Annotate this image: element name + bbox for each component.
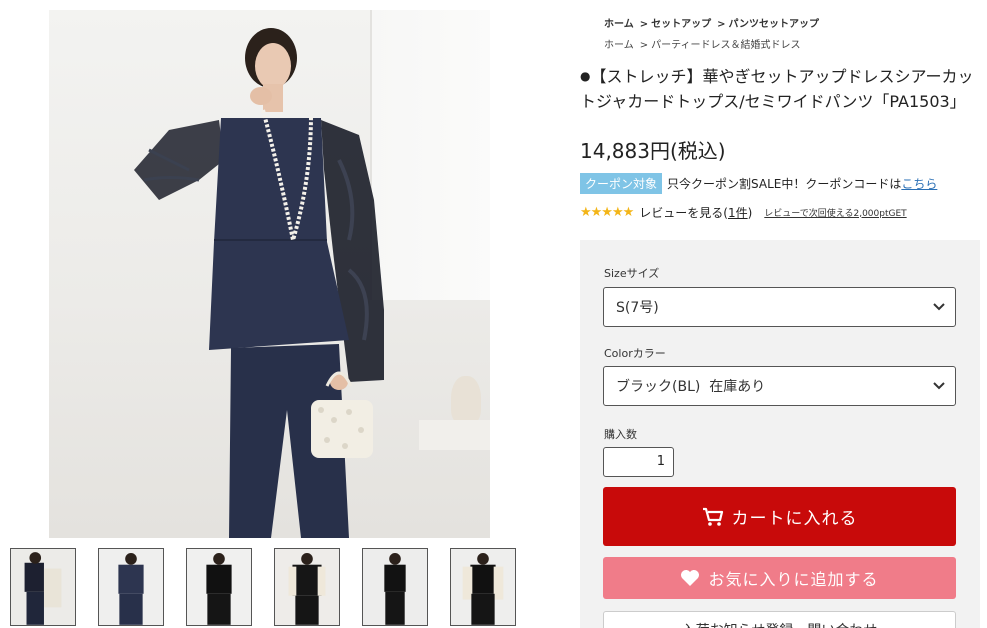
review-row: ★★★★★ レビューを見る(1件) レビューで次回使える2,000ptGET — [580, 203, 907, 221]
size-label: Sizeサイズ — [604, 267, 660, 280]
review-link[interactable]: レビューを見る(1件) — [639, 204, 752, 221]
coupon-badge: クーポン対象 — [580, 172, 663, 194]
chevron-down-icon — [933, 303, 945, 311]
add-to-cart-label: カートに入れる — [731, 509, 858, 529]
thumbnail-4[interactable] — [274, 548, 340, 626]
review-count: 1件 — [727, 205, 748, 220]
breadcrumb-party-dress[interactable]: パーティードレス＆結婚式ドレス — [651, 40, 800, 51]
breadcrumb-home[interactable]: ホーム — [604, 19, 634, 30]
coupon-link[interactable]: こちら — [901, 175, 937, 192]
breadcrumb-separator: > — [717, 19, 726, 30]
title-bullet: ● — [580, 69, 591, 83]
review-link-suffix: ) — [747, 205, 753, 220]
thumbnail-5[interactable] — [362, 548, 428, 626]
add-to-cart-button[interactable]: カートに入れる — [603, 487, 956, 546]
product-title: ●【ストレッチ】華やぎセットアップドレスシアーカットジャカードトップス/セミワイ… — [580, 64, 980, 114]
color-select[interactable]: ブラック(BL) 在庫あり — [603, 366, 956, 406]
cart-icon — [702, 507, 723, 526]
thumbnail-strip — [10, 548, 520, 626]
add-to-favorites-button[interactable]: お気に入りに追加する — [603, 557, 956, 599]
rating-stars-icon: ★★★★★ — [580, 204, 634, 220]
product-price: 14,883円(税込) — [580, 139, 726, 163]
main-product-image[interactable] — [49, 10, 490, 538]
restock-notify-label: 入荷お知らせ登録・問い合わせ — [682, 620, 878, 628]
heart-icon — [681, 570, 700, 586]
quantity-label: 購入数 — [604, 428, 637, 441]
product-title-text: 【ストレッチ】華やぎセットアップドレスシアーカットジャカードトップス/セミワイド… — [580, 67, 974, 111]
breadcrumb-secondary: ホーム > パーティードレス＆結婚式ドレス — [604, 36, 801, 51]
coupon-row: クーポン対象 只今クーポン割SALE中！クーポンコードは こちら — [580, 172, 937, 194]
review-link-prefix: レビューを見る( — [639, 205, 728, 220]
color-select-value: ブラック(BL) 在庫あり — [616, 379, 766, 395]
review-point-link[interactable]: レビューで次回使える2,000ptGET — [764, 206, 906, 219]
size-select-value: S(7号) — [616, 300, 659, 316]
thumbnail-2[interactable] — [98, 548, 164, 626]
add-to-favorites-label: お気に入りに追加する — [708, 570, 879, 589]
model-illustration — [134, 28, 384, 538]
breadcrumb-setup[interactable]: セットアップ — [651, 19, 711, 30]
restock-notify-button[interactable]: 入荷お知らせ登録・問い合わせ — [603, 611, 956, 628]
quantity-input[interactable]: 1 — [603, 447, 674, 477]
color-label: Colorカラー — [604, 347, 666, 360]
breadcrumb-separator: > — [639, 19, 649, 30]
chevron-down-icon — [933, 382, 945, 390]
breadcrumb-separator: > — [639, 40, 649, 51]
breadcrumb-pants-setup[interactable]: パンツセットアップ — [728, 19, 819, 30]
breadcrumb-primary: ホーム > セットアップ > パンツセットアップ — [604, 15, 819, 30]
thumbnail-1[interactable] — [10, 548, 76, 626]
thumbnail-6[interactable] — [450, 548, 516, 626]
thumbnail-3[interactable] — [186, 548, 252, 626]
coupon-text: 只今クーポン割SALE中！クーポンコードは — [667, 176, 902, 191]
size-select[interactable]: S(7号) — [603, 287, 956, 327]
breadcrumb-home[interactable]: ホーム — [604, 40, 634, 51]
